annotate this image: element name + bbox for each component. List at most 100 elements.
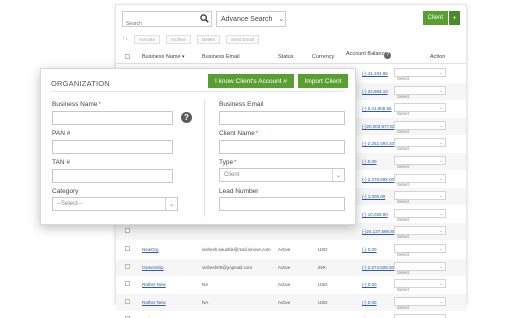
business-email-label: Business Email [219, 101, 264, 108]
action-select[interactable]: Select⌄ [394, 296, 446, 310]
client-button-label[interactable]: Client [422, 11, 448, 25]
business-email-input[interactable] [219, 111, 345, 125]
status-text: Active [278, 282, 291, 288]
status-text: Active [278, 264, 291, 270]
chevron-down-icon[interactable]: ⌄ [332, 169, 344, 181]
category-value: --Select-- [57, 201, 82, 207]
advance-search-label: Advance Search [221, 15, 273, 23]
business-name-input[interactable] [52, 111, 173, 125]
account-balance-link[interactable]: (-) 2,674,928.00 [362, 265, 394, 270]
action-select[interactable]: Select⌄ [394, 138, 446, 151]
action-select[interactable]: Select⌄ [394, 173, 446, 187]
bulk-toolbar: ↑↓ Activate Archive Delete Send Email [122, 33, 260, 45]
add-client-button[interactable]: Client + [422, 11, 460, 25]
account-balance-link[interactable]: (-) 0.00 [362, 300, 377, 305]
action-select[interactable]: Select⌄ [394, 244, 446, 257]
delete-button[interactable]: Delete [197, 34, 221, 44]
account-balance-link[interactable]: (-) 41,194.96 [362, 71, 388, 76]
action-select-value: Select [397, 128, 410, 134]
sort-arrow-icon: ▾ [182, 54, 185, 60]
account-balance-link[interactable]: (-) 2,252,493.10 [362, 141, 394, 146]
currency-text: USD [318, 247, 328, 252]
action-select[interactable]: Select ⌄ [394, 191, 446, 204]
category-select[interactable]: --Select-- ⌄ [52, 197, 178, 211]
client-name-input[interactable] [219, 140, 345, 154]
action-select-value: Select [397, 216, 410, 222]
search-box[interactable] [122, 11, 212, 31]
row-checkbox[interactable] [125, 298, 130, 304]
action-select[interactable]: Select⌄ [394, 314, 446, 318]
account-balance-link[interactable]: (-)24,137,595.80 [362, 229, 395, 234]
activate-button[interactable]: Activate [134, 34, 161, 44]
action-select[interactable]: Select⌄ [394, 156, 446, 169]
business-name-link[interactable]: NewOrg [142, 247, 159, 252]
status-text: Active [278, 299, 291, 305]
archive-button[interactable]: Archive [166, 34, 192, 44]
action-select[interactable]: Select ⌄ [394, 68, 446, 81]
business-email: vishesh00@yopmail.com [202, 264, 253, 270]
title-divider [51, 91, 345, 92]
action-select[interactable]: Select⌄ [394, 226, 446, 239]
chevron-down-icon: ⌄ [278, 16, 285, 23]
search-input[interactable] [123, 17, 197, 31]
select-all-checkbox[interactable] [125, 54, 130, 59]
chevron-down-icon: ⌄ [439, 70, 443, 75]
account-balance-link[interactable]: (-) 2,378,598.00 [362, 177, 394, 182]
row-checkbox[interactable] [125, 228, 130, 234]
client-name-label: Client Name* [219, 130, 259, 137]
chevron-down-icon: ⌄ [439, 193, 443, 199]
lead-number-input[interactable] [219, 197, 345, 211]
col-status: Status [278, 54, 294, 60]
action-select[interactable]: Select ⌄ [394, 261, 446, 275]
action-select-value: Select [397, 76, 410, 81]
advance-search-dropdown[interactable]: Advance Search ⌄ [216, 11, 286, 27]
account-balance-link[interactable]: (-) 10,029.90 [362, 212, 388, 217]
action-select[interactable]: Select⌄ [394, 103, 446, 116]
help-icon[interactable]: ? [384, 52, 391, 59]
table-header: Business Name ▾ Business Email Status Cu… [116, 50, 466, 64]
help-icon[interactable]: ? [181, 112, 192, 123]
account-balance-link[interactable]: (-) 1,000.00 [362, 194, 385, 199]
action-select[interactable]: Select⌄ [394, 279, 446, 292]
currency-text: USD [318, 282, 328, 288]
action-select[interactable]: Select⌄ [394, 208, 446, 222]
chevron-down-icon: ⌄ [439, 122, 443, 128]
action-select-value: Select [397, 304, 410, 310]
col-business-name[interactable]: Business Name [142, 54, 181, 60]
pan-label: PAN # [52, 130, 71, 137]
know-client-account-button[interactable]: I know Client's Account # [208, 74, 294, 88]
import-client-button[interactable]: Import Client [298, 74, 348, 88]
tan-input[interactable] [52, 169, 173, 183]
business-name-link[interactable]: Ownership [142, 265, 164, 270]
col-action: Action [430, 54, 446, 60]
pan-input[interactable] [52, 140, 173, 154]
action-select-value: Select [397, 269, 410, 275]
account-balance-link[interactable]: (-)20,003,977.83 [362, 124, 395, 129]
action-select-value: Select [397, 199, 410, 205]
row-checkbox[interactable] [125, 246, 130, 251]
account-balance-link[interactable]: (-) 5,41,908.56 [362, 106, 392, 111]
table-row: Rather New NA Active USD (-) 0.00 Select ⌄ [116, 293, 466, 311]
sort-icon: ↑↓ [122, 36, 128, 42]
plus-icon[interactable]: + [449, 11, 460, 25]
account-balance-link[interactable]: (-) 0.00 [362, 247, 377, 252]
status-text: Active [278, 247, 291, 252]
search-icon[interactable] [200, 14, 209, 23]
business-name-link[interactable]: Rather New [142, 282, 166, 287]
chevron-down-icon[interactable]: ⌄ [165, 198, 177, 210]
action-select-value: Select [397, 234, 410, 240]
row-checkbox[interactable] [125, 263, 130, 269]
type-select[interactable]: Client ⌄ [219, 168, 345, 182]
chevron-down-icon: ⌄ [439, 246, 443, 251]
currency-text: INR [318, 264, 326, 270]
action-select[interactable]: Select⌄ [394, 85, 446, 99]
account-balance-link[interactable]: (-) 0.00 [362, 282, 377, 287]
send-email-button[interactable]: Send Email [226, 34, 260, 44]
chevron-down-icon: ⌄ [439, 263, 443, 269]
row-checkbox[interactable] [125, 281, 130, 287]
account-balance-link[interactable]: (-) 0.00 [362, 159, 377, 164]
action-select[interactable]: Select ⌄ [394, 120, 446, 134]
account-balance-link[interactable]: (-) 24,684.10 [362, 89, 388, 94]
business-email: vishesh.kaushik@mail.vinove.com [202, 247, 271, 252]
business-name-link[interactable]: Rather New [142, 300, 166, 305]
